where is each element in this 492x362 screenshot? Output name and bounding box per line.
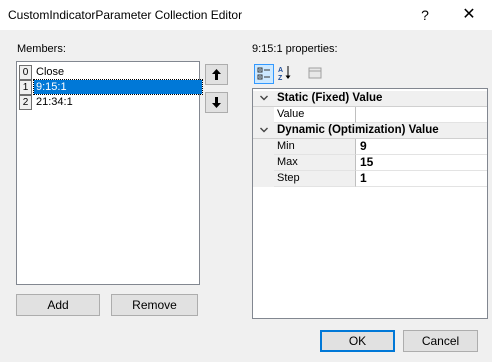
cancel-button[interactable]: Cancel: [403, 330, 478, 352]
property-grid-toolbar: A Z: [252, 63, 488, 85]
alphabetical-icon: A Z: [278, 66, 291, 82]
chevron-down-icon[interactable]: [258, 92, 270, 104]
members-label: Members:: [17, 43, 66, 55]
property-name: Min: [274, 139, 356, 155]
category-dynamic[interactable]: Dynamic (Optimization) Value: [253, 123, 487, 139]
close-icon: ✕: [462, 6, 476, 23]
property-grid[interactable]: Static (Fixed) Value Value Dynamic (Opti…: [252, 88, 488, 319]
list-item-index: 2: [19, 95, 32, 110]
svg-text:A: A: [278, 67, 283, 74]
help-button[interactable]: ?: [405, 0, 445, 30]
property-value-field[interactable]: 15: [356, 155, 487, 171]
property-value-field[interactable]: 1: [356, 171, 487, 187]
arrow-down-icon: [212, 97, 221, 108]
svg-text:Z: Z: [278, 75, 283, 82]
property-pages-button[interactable]: [306, 64, 326, 84]
property-name: Value: [274, 107, 356, 123]
window-title: CustomIndicatorParameter Collection Edit…: [8, 8, 243, 22]
members-list[interactable]: 0 Close 1 9:15:1 2 21:34:1: [16, 61, 203, 285]
list-item[interactable]: 0 Close: [19, 65, 199, 80]
category-static[interactable]: Static (Fixed) Value: [253, 91, 487, 107]
property-value-field[interactable]: 9: [356, 139, 487, 155]
property-row-min[interactable]: Min 9: [253, 139, 487, 155]
categorized-button[interactable]: [254, 64, 274, 84]
list-item-index: 1: [19, 80, 32, 95]
categorized-icon: [257, 67, 270, 80]
add-button[interactable]: Add: [16, 294, 100, 316]
list-item-name: Close: [36, 66, 65, 78]
category-label: Dynamic (Optimization) Value: [277, 124, 439, 136]
list-item-name: 21:34:1: [36, 96, 73, 108]
list-item[interactable]: 2 21:34:1: [19, 95, 199, 110]
title-bar: CustomIndicatorParameter Collection Edit…: [0, 0, 492, 30]
property-row-value[interactable]: Value: [253, 107, 487, 123]
category-label: Static (Fixed) Value: [277, 92, 383, 104]
property-row-step[interactable]: Step 1: [253, 171, 487, 187]
list-item-name: 9:15:1: [33, 79, 203, 95]
alphabetical-button[interactable]: A Z: [276, 64, 296, 84]
ok-button[interactable]: OK: [320, 330, 395, 352]
remove-button[interactable]: Remove: [111, 294, 198, 316]
arrow-up-icon: [212, 69, 221, 80]
property-pages-icon: [308, 67, 322, 79]
property-value-field[interactable]: [356, 107, 487, 123]
move-up-button[interactable]: [205, 64, 228, 85]
list-item-index: 0: [19, 65, 32, 80]
chevron-down-icon[interactable]: [258, 124, 270, 136]
move-down-button[interactable]: [205, 92, 228, 113]
property-row-max[interactable]: Max 15: [253, 155, 487, 171]
help-icon: ?: [421, 7, 429, 23]
collection-editor-window: CustomIndicatorParameter Collection Edit…: [0, 0, 492, 362]
list-item[interactable]: 1 9:15:1: [19, 79, 203, 95]
properties-label: 9:15:1 properties:: [252, 43, 338, 55]
property-name: Step: [274, 171, 356, 187]
property-name: Max: [274, 155, 356, 171]
close-button[interactable]: ✕: [449, 0, 489, 30]
